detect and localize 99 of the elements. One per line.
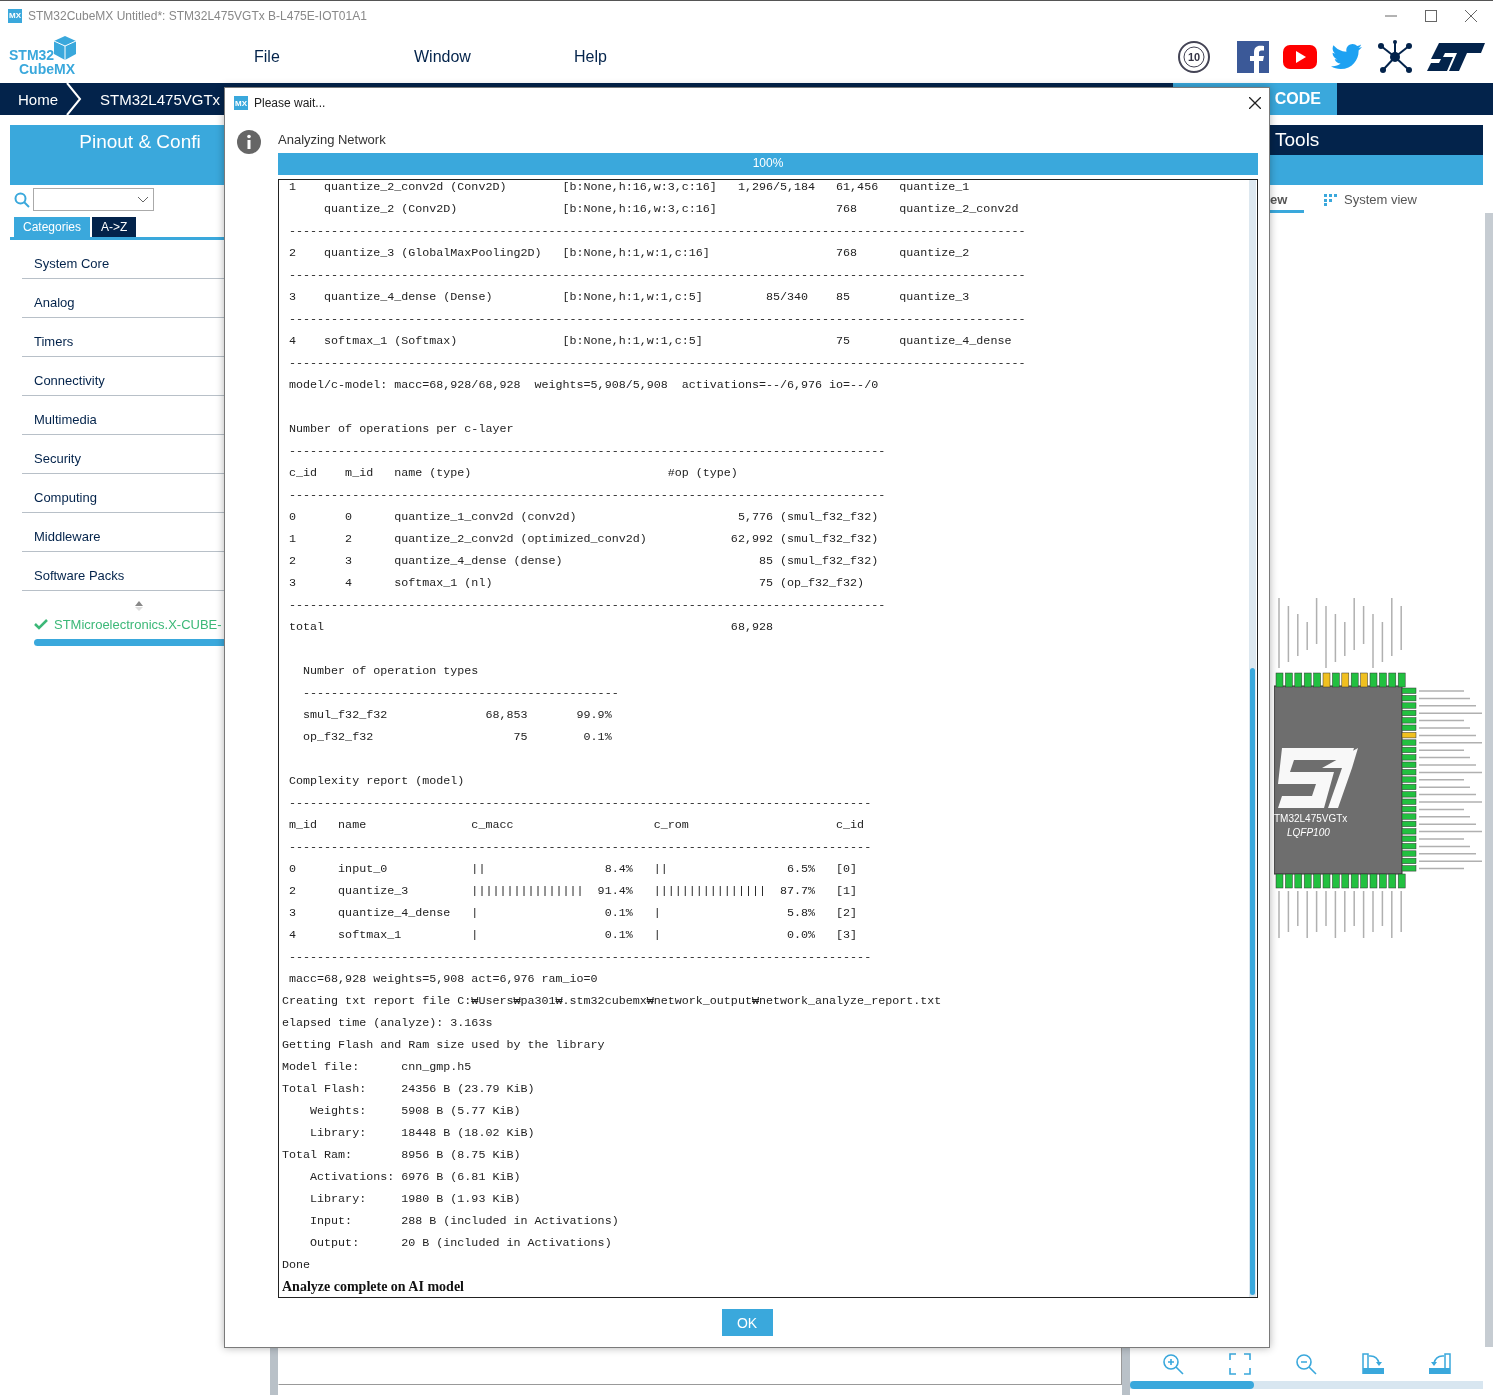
chevron-icon (66, 83, 82, 115)
category-item[interactable]: Security (34, 451, 81, 466)
log-line: 3 4 softmax_1 (nl) 75 (op_f32_f32) (288, 575, 866, 592)
menu-item[interactable]: Help (574, 47, 734, 66)
log-line: 2 quantize_3 |||||||||||||||| 91.4% |||||||||||||||| 87.7% [1] (288, 883, 859, 900)
log-line: --------------------------------------------------------------------------------------------------------- (288, 355, 1027, 372)
scroll-up-icon[interactable] (135, 601, 143, 611)
search-icon[interactable] (14, 191, 30, 208)
log-line: Weights: 5908 B (5.77 KiB) (309, 1103, 522, 1120)
log-line: Total Ram: 8956 B (8.75 KiB) (282, 1147, 522, 1164)
log-line: Complexity report (model) (288, 773, 466, 790)
grid-icon (1324, 193, 1338, 206)
log-line: Creating txt report file C:₩Users₩pa301₩.stm32cubemx₩network_output₩network_analyze_report.txt (282, 993, 943, 1010)
category-item[interactable]: Timers (34, 334, 74, 349)
close-icon[interactable] (1249, 97, 1261, 109)
progress-label: 100% (751, 156, 785, 170)
app-icon: MX (8, 8, 22, 23)
log-line: ------------------------------------------------------------------------------------- (288, 443, 887, 460)
zoom-in-icon[interactable] (1162, 1353, 1185, 1375)
network-icon[interactable] (1377, 39, 1413, 74)
log-line: Library: 1980 B (1.93 KiB) (309, 1191, 522, 1208)
category-item[interactable]: Middleware (34, 529, 101, 544)
scrollbar[interactable] (1130, 1381, 1483, 1389)
chevron-down-icon (137, 195, 149, 204)
dialog-title: Please wait... (254, 96, 326, 110)
log-line: --------------------------------------------------------------------------------------------------------- (288, 223, 1027, 240)
facebook-icon[interactable] (1237, 40, 1269, 73)
log-line: --------------------------------------------------------------------------------------------------------- (288, 311, 1027, 328)
chip-name: TM32L475VGTx (1274, 813, 1348, 824)
log-line: Library: 18448 B (18.02 KiB) (309, 1125, 536, 1142)
rotate-left-icon[interactable] (1428, 1353, 1451, 1375)
log-line: ----------------------------------------------------------------------------------- (288, 795, 873, 812)
cube-icon (53, 34, 77, 61)
log-line: ------------------------------------------------------------------------------------- (288, 597, 887, 614)
log-line: Getting Flash and Ram size used by the library (282, 1037, 606, 1054)
app-icon: MX (234, 96, 248, 110)
log-line: Done (282, 1257, 312, 1274)
log-line: elapsed time (analyze): 3.163s (282, 1015, 494, 1032)
category-item[interactable]: Multimedia (34, 412, 97, 427)
log-line: ----------------------------------------------------------------------------------- (288, 949, 873, 966)
company-logo-icon[interactable] (1427, 40, 1485, 73)
log-line: --------------------------------------------------------------------------------------------------------- (288, 267, 1027, 284)
log-line: Number of operation types (302, 663, 480, 680)
log-line: 4 softmax_1 | 0.1% | 0.0% [3] (288, 927, 859, 944)
menu-item[interactable]: File (254, 47, 414, 66)
category-tab[interactable]: A->Z (92, 217, 137, 237)
log-line: Analyze complete on AI model (282, 1278, 465, 1296)
panel-title: Tools (1275, 129, 1320, 151)
status-message: Analyzing Network (278, 132, 387, 147)
scrollbar[interactable] (1249, 180, 1256, 1297)
log-line: macc=68,928 weights=5,908 act=6,976 ram_io=0 (288, 971, 599, 988)
log-line: model/c-model: macc=68,928/68,928 weights=5,908/5,908 activations=--/6,976 io=--/0 (288, 377, 880, 394)
category-item[interactable]: Software Packs (34, 568, 125, 583)
info-icon (237, 130, 261, 154)
logo-text: STM32 (9, 46, 55, 63)
log-line: 0 0 quantize_1_conv2d (conv2d) 5,776 (smul_f32_f32) (288, 509, 880, 526)
maximize-icon[interactable] (1425, 9, 1437, 22)
log-line: 1 2 quantize_2_conv2d (optimized_conv2d) 62,992 (smul_f32_f32) (288, 531, 880, 548)
anniversary-badge[interactable]: 10 (1177, 39, 1211, 74)
fit-screen-icon[interactable] (1228, 1353, 1251, 1375)
log-line: Model file: cnn_gmp.h5 (282, 1059, 473, 1076)
log-line: Number of operations per c-layer (288, 421, 515, 438)
log-line: quantize_2 (Conv2D) [b:None,h:16,w:3,c:16] 768 quantize_2_conv2d (323, 201, 1020, 218)
log-line: 3 quantize_4_dense (Dense) [b:None,h:1,w:1,c:5] 85/340 85 quantize_3 (288, 289, 971, 306)
log-line: 2 quantize_3 (GlobalMaxPooling2D) [b:None,h:1,w:1,c:16] 768 quantize_2 (288, 245, 971, 262)
category-item[interactable]: Computing (34, 490, 97, 505)
log-line: ------------------------------------------------------------------------------------- (288, 487, 887, 504)
log-line: op_f32_f32 75 0.1% (302, 729, 613, 746)
panel-title: Pinout & Confi (79, 131, 201, 154)
youtube-icon[interactable] (1283, 44, 1317, 69)
log-line: 4 softmax_1 (Softmax) [b:None,h:1,w:1,c:5] 75 quantize_4_dense (288, 333, 1013, 350)
category-item[interactable]: Analog (34, 295, 75, 310)
logo-text: CubeMX (19, 60, 75, 77)
log-line: Activations: 6976 B (6.81 KiB) (309, 1169, 522, 1186)
log-line: Output: 20 B (included in Activations) (309, 1235, 613, 1252)
log-line: smul_f32_f32 68,853 99.9% (302, 707, 613, 724)
log-line: --------------------------------------------- (302, 685, 620, 702)
log-line: Input: 288 B (included in Activations) (309, 1213, 620, 1230)
log-line: m_id name c_macc c_rom c_id (288, 817, 866, 834)
view-tab[interactable]: System view (1324, 190, 1417, 213)
log-line: 2 3 quantize_4_dense (dense) 85 (smul_f32_f32) (288, 553, 880, 570)
search-dropdown[interactable] (33, 188, 154, 211)
zoom-out-icon[interactable] (1295, 1353, 1318, 1375)
log-line: Total Flash: 24356 B (23.79 KiB) (282, 1081, 536, 1098)
log-line: ----------------------------------------------------------------------------------- (288, 839, 873, 856)
log-line: 3 quantize_4_dense | 0.1% | 5.8% [2] (288, 905, 859, 922)
breadcrumb-item[interactable]: STM32L475VGTx (82, 90, 221, 108)
chip-package: LQFP100 (1287, 827, 1330, 838)
rotate-right-icon[interactable] (1362, 1353, 1385, 1375)
window-title: STM32CubeMX Untitled*: STM32L475VGTx B-L475E-IOT01A1 (28, 8, 367, 23)
log-line: c_id m_id name (type) #op (type) (288, 465, 739, 482)
breadcrumb-item[interactable]: Home (0, 90, 58, 108)
category-item[interactable]: Connectivity (34, 373, 105, 388)
log-line: 0 input_0 || 8.4% || 6.5% [0] (288, 861, 859, 878)
log-line: 1 quantize_2_conv2d (Conv2D) [b:None,h:16,w:3,c:16] 1,296/5,184 61,456 quantize_1 (288, 180, 971, 196)
category-item[interactable]: System Core (34, 256, 110, 271)
bird-icon[interactable] (1331, 42, 1363, 71)
menu-item[interactable]: Window (414, 47, 574, 66)
log-line: total 68,928 (288, 619, 774, 636)
